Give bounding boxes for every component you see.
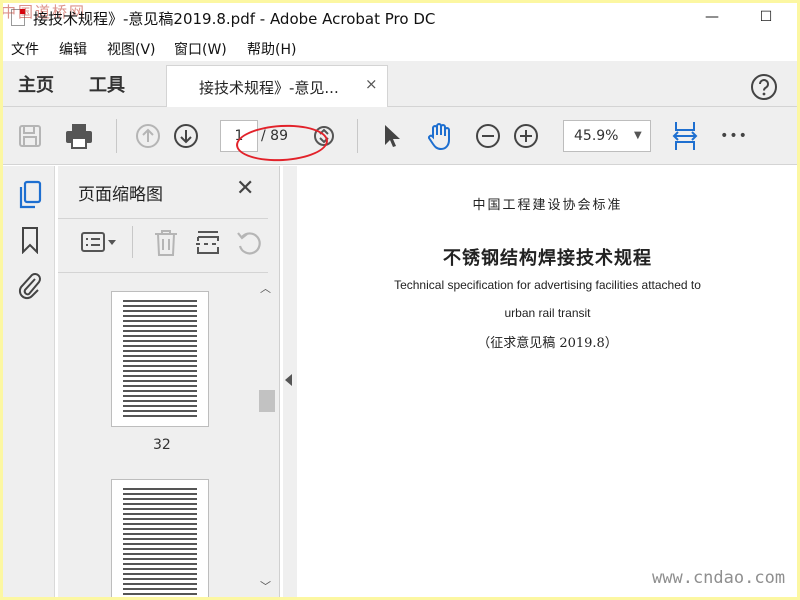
thumbnails-panel: 页面缩略图 ✕ 32 ︿ ﹀ bbox=[58, 166, 280, 597]
page-thumbnails-icon[interactable] bbox=[17, 180, 43, 210]
help-icon[interactable] bbox=[750, 73, 778, 101]
document-view[interactable]: 中国工程建设协会标准 不锈钢结构焊接技术规程 Technical specifi… bbox=[298, 166, 797, 597]
paperclip-icon[interactable] bbox=[17, 270, 43, 300]
menu-file[interactable]: 文件 bbox=[11, 39, 39, 59]
document-english-title-line-2: urban rail transit bbox=[504, 306, 591, 320]
print-icon bbox=[66, 124, 92, 149]
thumbnail-page[interactable] bbox=[111, 291, 209, 427]
trash-icon[interactable] bbox=[152, 228, 180, 258]
site-watermark: www.cndao.com bbox=[652, 568, 786, 588]
options-menu-icon[interactable] bbox=[80, 230, 120, 256]
close-panel-button[interactable]: ✕ bbox=[236, 176, 254, 201]
rotate-icon[interactable] bbox=[234, 228, 264, 258]
zoom-select[interactable]: 45.9% ▼ bbox=[563, 120, 651, 152]
thumbnail-page[interactable] bbox=[111, 479, 209, 597]
toolbar-separator bbox=[116, 119, 117, 153]
fit-width-button[interactable] bbox=[669, 107, 701, 165]
navigation-rail bbox=[3, 166, 55, 597]
hand-tool-button[interactable] bbox=[423, 107, 457, 165]
thumbnail-scrollbar[interactable]: ︿ ﹀ bbox=[256, 276, 276, 596]
maximize-button[interactable]: ☐ bbox=[755, 7, 777, 27]
chevron-up-icon[interactable]: ︿ bbox=[260, 280, 271, 296]
hand-icon bbox=[428, 123, 450, 151]
zoom-out-button[interactable] bbox=[473, 107, 503, 165]
save-icon bbox=[19, 125, 41, 147]
insert-page-icon[interactable] bbox=[194, 228, 222, 258]
title-bar: 中国道桥网 接技术规程》-意见稿2019.8.pdf - Adobe Acrob… bbox=[3, 3, 797, 33]
zoom-value: 45.9% bbox=[574, 128, 619, 144]
minimize-button[interactable]: — bbox=[701, 7, 723, 27]
panel-divider bbox=[58, 272, 268, 273]
document-tab-label: 接技术规程》-意见... bbox=[199, 79, 339, 97]
toolbar: 1 / 89 45.9% ▼ ••• bbox=[3, 107, 797, 165]
next-page-button[interactable] bbox=[171, 107, 201, 165]
window-title: 接技术规程》-意见稿2019.8.pdf - Adobe Acrobat Pro… bbox=[33, 10, 436, 28]
panel-divider bbox=[58, 218, 268, 219]
plus-circle-icon bbox=[514, 124, 538, 148]
fit-page-width-icon bbox=[672, 122, 698, 150]
cursor-arrow-icon bbox=[385, 125, 400, 147]
tab-tools[interactable]: 工具 bbox=[89, 71, 125, 97]
thumbnail-text-lines bbox=[123, 300, 197, 418]
acrobat-window: 中国道桥网 接技术规程》-意见稿2019.8.pdf - Adobe Acrob… bbox=[3, 3, 797, 597]
toolbar-separator bbox=[132, 226, 133, 258]
document-english-title-line-1: Technical specification for advertising … bbox=[394, 278, 701, 292]
collapse-arrow-icon bbox=[285, 374, 292, 386]
thumbnail-page-number: 32 bbox=[153, 437, 171, 453]
more-tools-button[interactable]: ••• bbox=[719, 107, 749, 165]
menu-edit[interactable]: 编辑 bbox=[59, 39, 87, 59]
print-button[interactable] bbox=[61, 107, 97, 165]
menu-help[interactable]: 帮助(H) bbox=[247, 39, 296, 59]
scrollbar-thumb[interactable] bbox=[259, 390, 275, 412]
panel-collapse-handle[interactable] bbox=[283, 166, 297, 597]
menu-bar: 文件 编辑 视图(V) 窗口(W) 帮助(H) bbox=[3, 35, 797, 61]
thumbnail-text-lines bbox=[123, 488, 197, 597]
menu-view[interactable]: 视图(V) bbox=[107, 39, 156, 59]
panel-title: 页面缩略图 bbox=[78, 185, 163, 205]
previous-page-button[interactable] bbox=[133, 107, 163, 165]
zoom-in-button[interactable] bbox=[511, 107, 541, 165]
arrow-down-circle-icon bbox=[174, 124, 198, 148]
document-org: 中国工程建设协会标准 bbox=[472, 198, 623, 213]
tab-home[interactable]: 主页 bbox=[18, 71, 54, 97]
chevron-down-icon: ▼ bbox=[634, 130, 642, 141]
arrow-up-circle-icon bbox=[136, 124, 160, 148]
menu-window[interactable]: 窗口(W) bbox=[174, 39, 227, 59]
select-tool-button[interactable] bbox=[377, 107, 407, 165]
toolbar-separator bbox=[357, 119, 358, 153]
bookmark-icon[interactable] bbox=[20, 226, 40, 254]
close-tab-button[interactable]: × bbox=[365, 75, 378, 93]
document-subtitle: （征求意见稿 2019.8） bbox=[477, 336, 618, 351]
tab-bar: 主页 工具 接技术规程》-意见... × bbox=[3, 61, 797, 107]
tab-document[interactable]: 接技术规程》-意见... × bbox=[166, 65, 388, 107]
minus-circle-icon bbox=[476, 124, 500, 148]
document-title: 不锈钢结构焊接技术规程 bbox=[443, 248, 652, 269]
chevron-down-icon[interactable]: ﹀ bbox=[260, 578, 271, 594]
thumbnail-list bbox=[58, 274, 268, 597]
save-button[interactable] bbox=[13, 107, 47, 165]
